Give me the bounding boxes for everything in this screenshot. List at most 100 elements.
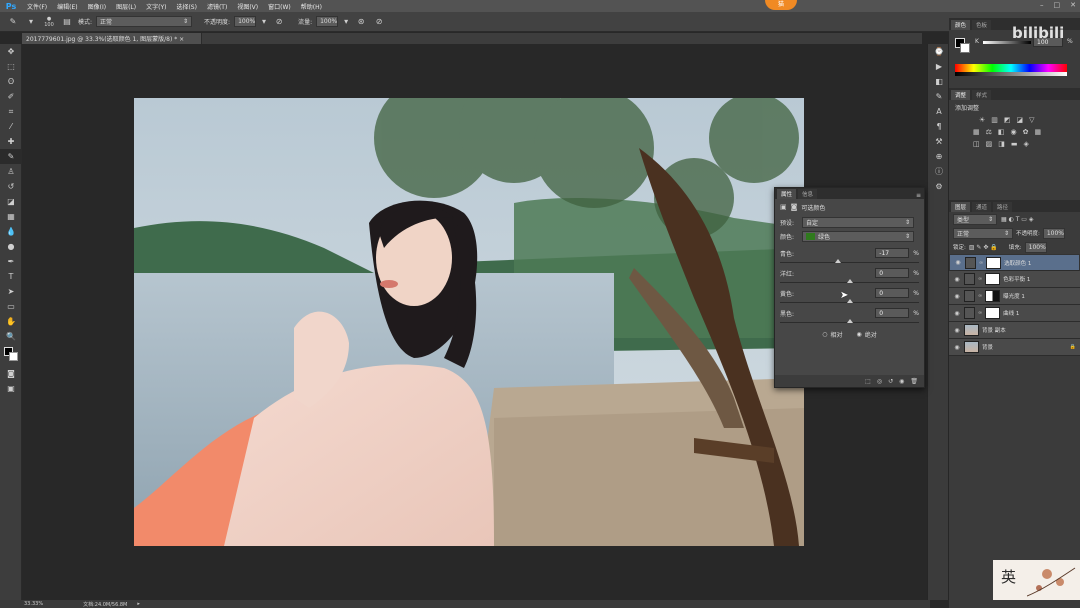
eye-icon[interactable]: ◉ bbox=[953, 275, 961, 283]
slider-value-field[interactable]: 0 bbox=[875, 268, 910, 278]
color-spectrum[interactable] bbox=[955, 64, 1067, 72]
doc-size-readout[interactable]: 文档:24.0M/56.8M bbox=[83, 601, 127, 608]
layer-row[interactable]: ◉ ∞ 曝光度 1 bbox=[949, 288, 1080, 305]
delete-icon[interactable]: 🗑 bbox=[910, 378, 918, 385]
chevron-down-icon[interactable]: ▾ bbox=[260, 16, 268, 28]
crop-tool-icon[interactable]: ⌗ bbox=[0, 104, 22, 119]
menu-window[interactable]: 窗口(W) bbox=[263, 2, 296, 11]
preset-select[interactable]: 自定 ⇕ bbox=[802, 216, 914, 228]
mask-icon[interactable]: ◙ bbox=[791, 203, 798, 211]
threshold-icon[interactable]: ◨ bbox=[998, 140, 1005, 148]
slider-knob[interactable] bbox=[846, 319, 853, 323]
layer-opacity-field[interactable]: 100% bbox=[1042, 227, 1065, 239]
menu-type[interactable]: 文字(Y) bbox=[141, 2, 171, 11]
dodge-tool-icon[interactable]: ● bbox=[0, 239, 22, 254]
marquee-tool-icon[interactable]: ⬚ bbox=[0, 59, 22, 74]
slider-track[interactable] bbox=[780, 299, 919, 303]
slider-knob[interactable] bbox=[834, 259, 841, 263]
gradient-map-icon[interactable]: ▬ bbox=[1011, 140, 1018, 148]
levels-icon[interactable]: ▥ bbox=[991, 116, 998, 124]
black-white-icon[interactable]: ◧ bbox=[998, 128, 1005, 136]
character-panel-icon[interactable]: A bbox=[928, 104, 950, 119]
reset-icon[interactable]: ↺ bbox=[888, 378, 893, 385]
brightness-icon[interactable]: ☀ bbox=[979, 116, 985, 124]
view-previous-icon[interactable]: ◎ bbox=[877, 378, 882, 385]
clip-to-layer-icon[interactable]: ⬚ bbox=[865, 378, 871, 385]
zoom-readout[interactable]: 33.33% bbox=[24, 601, 43, 607]
eyedropper-tool-icon[interactable]: ⁄ bbox=[0, 119, 22, 134]
menu-help[interactable]: 帮助(H) bbox=[296, 2, 327, 11]
brush-tool-icon[interactable]: ✎ bbox=[6, 16, 20, 28]
blend-mode-select[interactable]: 正常 ⇕ bbox=[953, 227, 1013, 239]
document-tab[interactable]: 2017779601.jpg @ 33.3%(选取颜色 1, 图层蒙版/8) *… bbox=[22, 33, 202, 44]
quick-select-tool-icon[interactable]: ✐ bbox=[0, 89, 22, 104]
lock-icons[interactable]: ▨ ✎ ✥ 🔒 bbox=[969, 244, 998, 251]
menu-layer[interactable]: 图层(L) bbox=[111, 2, 141, 11]
channel-mixer-icon[interactable]: ✿ bbox=[1023, 128, 1029, 136]
history-panel-icon[interactable]: ⌚ bbox=[928, 44, 950, 59]
actions-panel-icon[interactable]: ▶ bbox=[928, 59, 950, 74]
blur-tool-icon[interactable]: 💧 bbox=[0, 224, 22, 239]
quick-mask-icon[interactable]: ◙ bbox=[0, 366, 22, 381]
slider-track[interactable] bbox=[780, 259, 919, 263]
brush-preset-icon[interactable]: ● 100 bbox=[42, 16, 56, 28]
layer-row[interactable]: ◉ 背景 🔒 bbox=[949, 339, 1080, 356]
properties-panel-icon[interactable]: ⚙ bbox=[928, 179, 950, 194]
slider-value-field[interactable]: -17 bbox=[875, 248, 910, 258]
opacity-field[interactable]: 100% bbox=[234, 16, 257, 27]
shape-tool-icon[interactable]: ▭ bbox=[0, 299, 22, 314]
color-balance-icon[interactable]: ⚖ bbox=[986, 128, 992, 136]
flow-field[interactable]: 100% bbox=[316, 16, 339, 27]
fill-field[interactable]: 100% bbox=[1024, 241, 1047, 253]
tool-presets-icon[interactable]: ⚒ bbox=[928, 134, 950, 149]
tab-properties[interactable]: 属性 bbox=[777, 189, 797, 199]
tab-info[interactable]: 信息 bbox=[798, 189, 818, 199]
info-panel-icon[interactable]: ⓘ bbox=[928, 164, 950, 179]
tab-channels[interactable]: 通道 bbox=[972, 202, 992, 212]
colors-select[interactable]: 绿色 ⇕ bbox=[802, 230, 914, 242]
slider-value-field[interactable]: 0 bbox=[875, 288, 910, 298]
type-tool-icon[interactable]: T bbox=[0, 269, 22, 284]
menu-select[interactable]: 选择(S) bbox=[171, 2, 202, 11]
menu-view[interactable]: 视图(V) bbox=[232, 2, 263, 11]
eye-icon[interactable]: ◉ bbox=[953, 309, 961, 317]
zoom-tool-icon[interactable]: 🔍 bbox=[0, 329, 22, 344]
pressure-size-icon[interactable]: ⊘ bbox=[372, 16, 386, 28]
chevron-right-icon[interactable]: ▸ bbox=[137, 601, 140, 607]
path-select-tool-icon[interactable]: ➤ bbox=[0, 284, 22, 299]
eye-icon[interactable]: ◉ bbox=[953, 343, 961, 351]
menu-file[interactable]: 文件(F) bbox=[22, 2, 52, 11]
hand-tool-icon[interactable]: ✋ bbox=[0, 314, 22, 329]
tab-swatches[interactable]: 色板 bbox=[972, 20, 992, 30]
close-icon[interactable]: ✕ bbox=[1070, 1, 1076, 11]
pen-tool-icon[interactable]: ✒ bbox=[0, 254, 22, 269]
slider-track[interactable] bbox=[780, 319, 919, 323]
minimize-icon[interactable]: – bbox=[1040, 1, 1044, 11]
menu-edit[interactable]: 编辑(E) bbox=[52, 2, 82, 11]
paragraph-panel-icon[interactable]: ¶ bbox=[928, 119, 950, 134]
background-swatch[interactable] bbox=[960, 43, 970, 53]
vibrance-icon[interactable]: ▽ bbox=[1029, 116, 1034, 124]
color-lookup-icon[interactable]: ▦ bbox=[1035, 128, 1042, 136]
airbrush-icon[interactable]: ⊛ bbox=[354, 16, 368, 28]
healing-tool-icon[interactable]: ✚ bbox=[0, 134, 22, 149]
invert-icon[interactable]: ◫ bbox=[973, 140, 980, 148]
posterize-icon[interactable]: ▨ bbox=[986, 140, 993, 148]
gradient-tool-icon[interactable]: ▦ bbox=[0, 209, 22, 224]
exposure-icon[interactable]: ◪ bbox=[1017, 116, 1024, 124]
menu-filter[interactable]: 滤镜(T) bbox=[202, 2, 232, 11]
eraser-tool-icon[interactable]: ◪ bbox=[0, 194, 22, 209]
slider-knob[interactable] bbox=[846, 279, 853, 283]
slider-track[interactable] bbox=[780, 279, 919, 283]
visibility-icon[interactable]: ◉ bbox=[899, 378, 904, 385]
menu-image[interactable]: 图像(I) bbox=[83, 2, 111, 11]
curves-icon[interactable]: ◩ bbox=[1004, 116, 1011, 124]
absolute-radio[interactable]: ◉ 绝对 bbox=[857, 330, 877, 339]
mode-select[interactable]: 正常 ⇕ bbox=[96, 16, 193, 27]
layer-filter-select[interactable]: 类型 ⇕ bbox=[953, 213, 997, 225]
screen-mode-icon[interactable]: ▣ bbox=[0, 381, 22, 396]
layer-row[interactable]: ◉ 背景 副本 bbox=[949, 322, 1080, 339]
layer-row[interactable]: ◉ ∞ 曲线 1 bbox=[949, 305, 1080, 322]
brush-tool-icon[interactable]: ✎ bbox=[0, 149, 22, 164]
stamp-tool-icon[interactable]: ♙ bbox=[0, 164, 22, 179]
